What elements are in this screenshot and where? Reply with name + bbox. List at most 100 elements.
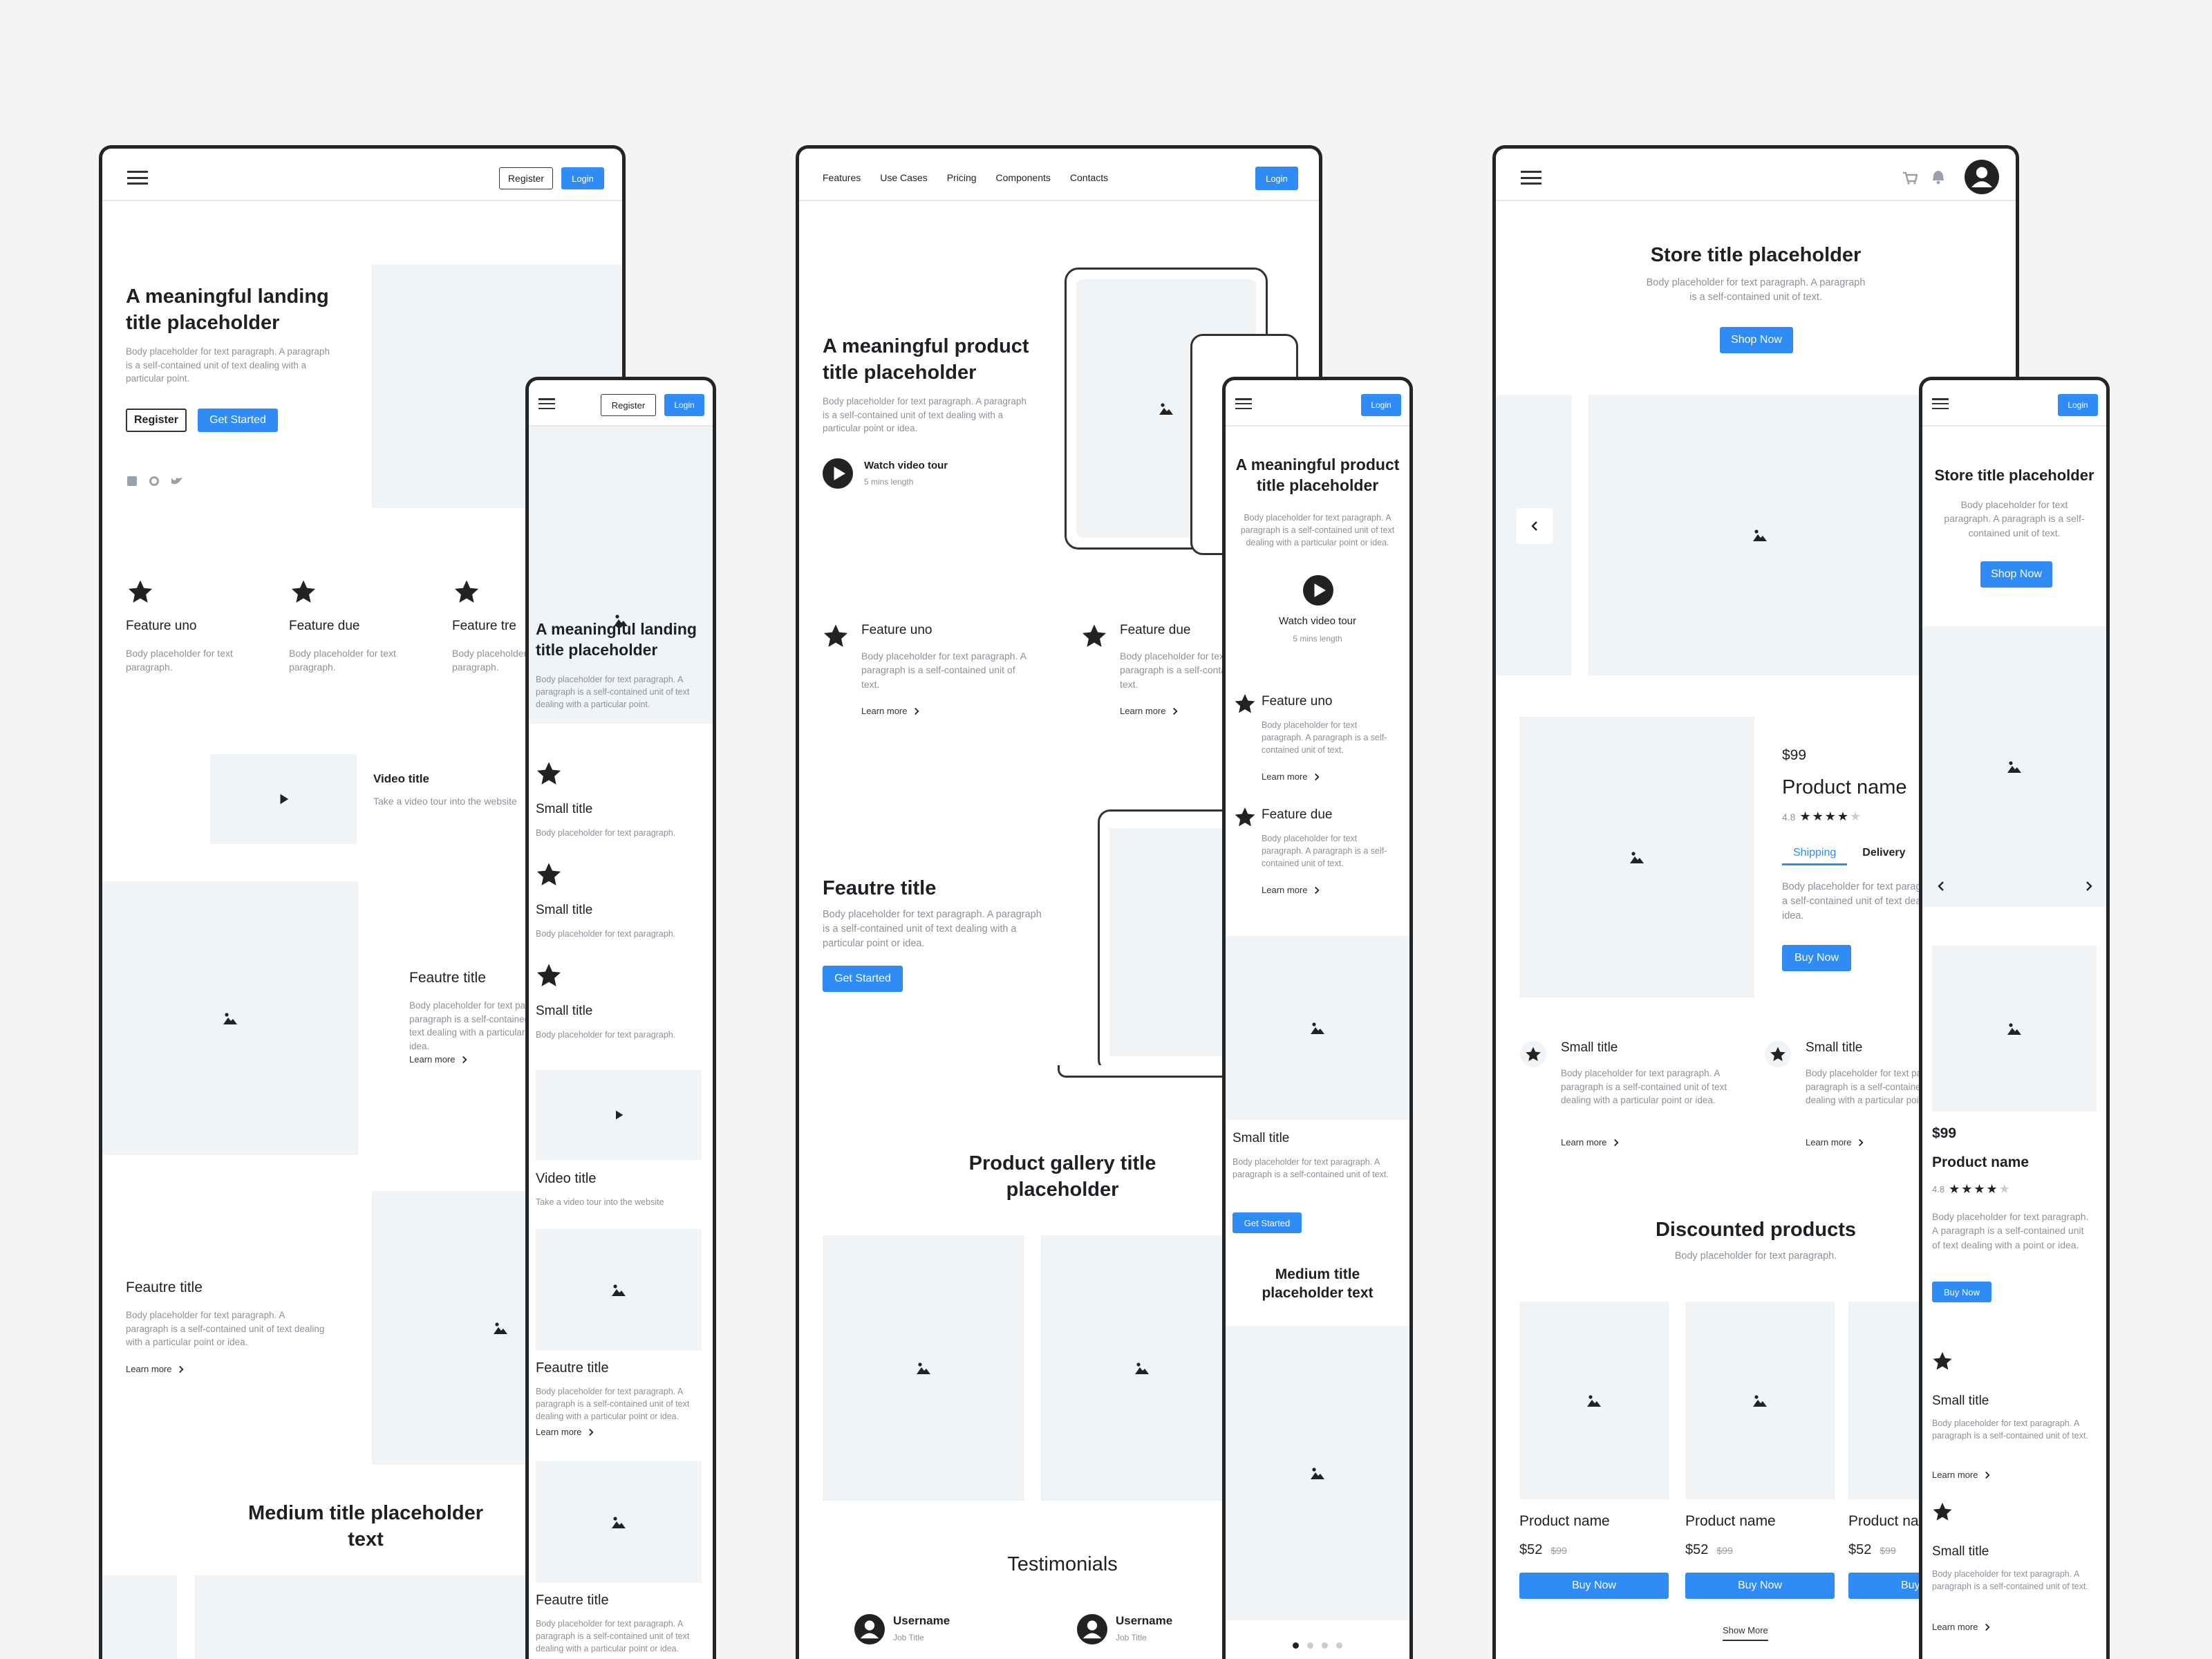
image-icon bbox=[1630, 851, 1644, 863]
twitter-icon[interactable] bbox=[171, 476, 182, 486]
star-icon bbox=[453, 579, 480, 605]
menu-icon[interactable] bbox=[1235, 398, 1252, 409]
menu-icon[interactable] bbox=[538, 398, 555, 409]
learn-more-link[interactable]: Learn more bbox=[1120, 706, 1178, 716]
shop-now-button[interactable]: Shop Now bbox=[1980, 561, 2052, 588]
get-started-button[interactable]: Get Started bbox=[1232, 1212, 1302, 1233]
learn-more-link[interactable]: Learn more bbox=[409, 1054, 467, 1065]
product-card-name[interactable]: Product name bbox=[1519, 1513, 1610, 1530]
login-button[interactable]: Login bbox=[1255, 167, 1298, 190]
pagination-dot[interactable] bbox=[1336, 1642, 1342, 1649]
star-icon bbox=[127, 579, 153, 605]
google-icon[interactable] bbox=[149, 476, 159, 486]
hero-register-button[interactable]: Register bbox=[126, 409, 187, 432]
top-nav: Features Use Cases Pricing Components Co… bbox=[823, 172, 1108, 183]
learn-more-link[interactable]: Learn more bbox=[1932, 1622, 1990, 1632]
learn-more-link[interactable]: Learn more bbox=[1561, 1137, 1619, 1147]
watch-video-label[interactable]: Watch video tour bbox=[1226, 615, 1409, 627]
play-circle-icon[interactable] bbox=[823, 458, 853, 489]
menu-icon[interactable] bbox=[1521, 171, 1541, 185]
feature-title: Feature tre bbox=[452, 619, 516, 633]
pagination-dot[interactable] bbox=[1307, 1642, 1313, 1649]
learn-more-link[interactable]: Learn more bbox=[1932, 1470, 1990, 1480]
chevron-left-icon[interactable] bbox=[1938, 881, 1944, 892]
menu-icon[interactable] bbox=[1932, 398, 1949, 409]
product-body: Body placeholder for text paragraph. A p… bbox=[1932, 1211, 2089, 1250]
feature-title: Feautre title bbox=[536, 1360, 609, 1376]
pagination-dots[interactable] bbox=[1226, 1642, 1409, 1649]
feature-body: Body placeholder for text paragraph. A p… bbox=[1262, 720, 1387, 756]
small-body: Body placeholder for text paragraph. A p… bbox=[1232, 1157, 1389, 1180]
video-thumbnail[interactable] bbox=[536, 1070, 702, 1160]
video-title: Video title bbox=[536, 1171, 597, 1186]
carousel-prev-button[interactable] bbox=[1517, 508, 1553, 544]
header-divider bbox=[102, 200, 622, 201]
buy-now-button[interactable]: Buy Now bbox=[1685, 1573, 1835, 1599]
nav-features[interactable]: Features bbox=[823, 172, 861, 183]
card-image bbox=[195, 1575, 541, 1659]
feature-image bbox=[1226, 936, 1409, 1120]
product-card-image[interactable] bbox=[1685, 1302, 1835, 1499]
nav-use-cases[interactable]: Use Cases bbox=[880, 172, 927, 183]
user-avatar-icon[interactable] bbox=[1965, 160, 1999, 194]
gallery-title: Product gallery title placeholder bbox=[968, 1152, 1156, 1201]
chevron-left-icon bbox=[1531, 521, 1538, 532]
register-button[interactable]: Register bbox=[601, 394, 656, 416]
buy-now-button[interactable]: Buy Now bbox=[1782, 945, 1851, 971]
star-icon bbox=[1932, 1501, 1953, 1522]
product-card-name[interactable]: Product name bbox=[1685, 1513, 1776, 1530]
feature-image bbox=[536, 1229, 702, 1351]
video-thumbnail[interactable] bbox=[210, 754, 357, 844]
learn-more-link[interactable]: Learn more bbox=[1262, 771, 1320, 782]
feature-image bbox=[102, 881, 358, 1155]
image-icon bbox=[1753, 529, 1767, 541]
nav-pricing[interactable]: Pricing bbox=[947, 172, 977, 183]
star-icon bbox=[823, 623, 849, 649]
learn-more-link[interactable]: Learn more bbox=[1806, 1137, 1864, 1147]
star-circle-icon bbox=[1520, 1041, 1546, 1067]
login-button[interactable]: Login bbox=[1361, 394, 1401, 416]
learn-more-link[interactable]: Learn more bbox=[861, 706, 919, 716]
play-icon[interactable] bbox=[613, 1109, 624, 1121]
learn-more-link[interactable]: Learn more bbox=[1262, 885, 1320, 895]
gallery-image bbox=[1041, 1235, 1243, 1501]
product-card-image[interactable] bbox=[1519, 1302, 1669, 1499]
medium-title: Medium title placeholder text bbox=[248, 1502, 483, 1550]
pagination-dot[interactable] bbox=[1322, 1642, 1328, 1649]
play-icon[interactable] bbox=[277, 793, 290, 805]
pagination-dot[interactable] bbox=[1293, 1642, 1299, 1649]
product-image bbox=[1932, 946, 2097, 1112]
rating-star-icon: ★ bbox=[1824, 809, 1836, 823]
buy-now-button[interactable]: Buy Now bbox=[1519, 1573, 1669, 1599]
video-body: Take a video tour into the website bbox=[536, 1197, 664, 1207]
chevron-right-icon[interactable] bbox=[2086, 881, 2092, 892]
rating-star-icon: ★ bbox=[1850, 809, 1862, 823]
play-circle-icon[interactable] bbox=[1303, 575, 1333, 606]
learn-more-link[interactable]: Learn more bbox=[126, 1364, 184, 1374]
login-button[interactable]: Login bbox=[664, 394, 704, 416]
image-icon bbox=[1587, 1394, 1601, 1407]
get-started-button[interactable]: Get Started bbox=[823, 966, 903, 992]
shop-now-button[interactable]: Shop Now bbox=[1720, 327, 1793, 353]
login-button[interactable]: Login bbox=[2058, 394, 2098, 416]
menu-icon[interactable] bbox=[127, 171, 148, 185]
login-button[interactable]: Login bbox=[561, 167, 604, 189]
hero-get-started-button[interactable]: Get Started bbox=[198, 409, 278, 432]
cart-icon[interactable] bbox=[1902, 171, 1918, 185]
header-divider bbox=[1496, 200, 2016, 201]
register-button[interactable]: Register bbox=[499, 167, 553, 189]
tab-delivery[interactable]: Delivery bbox=[1862, 847, 1905, 865]
tab-shipping[interactable]: Shipping bbox=[1782, 847, 1848, 865]
star-icon bbox=[536, 962, 562, 988]
bell-icon[interactable] bbox=[1931, 169, 1945, 185]
product-card-name[interactable]: Product na bbox=[1848, 1513, 1919, 1530]
facebook-icon[interactable] bbox=[127, 476, 137, 486]
show-more-link[interactable]: Show More bbox=[1723, 1625, 1768, 1641]
watch-video-label[interactable]: Watch video tour bbox=[864, 460, 948, 471]
product-image bbox=[1519, 717, 1754, 997]
learn-more-link[interactable]: Learn more bbox=[536, 1427, 594, 1437]
image-icon bbox=[612, 1284, 626, 1296]
buy-now-button[interactable]: Buy Now bbox=[1932, 1282, 1991, 1302]
nav-components[interactable]: Components bbox=[996, 172, 1051, 183]
nav-contacts[interactable]: Contacts bbox=[1070, 172, 1108, 183]
